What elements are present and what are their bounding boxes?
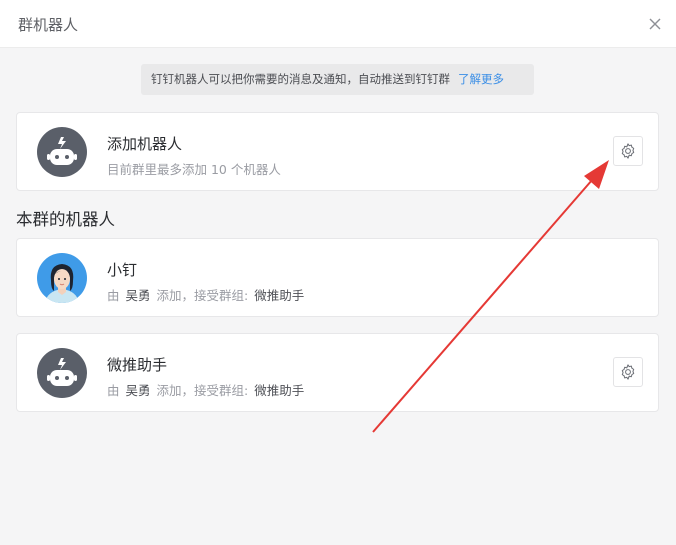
robot-settings-button[interactable] [613,357,643,387]
close-button[interactable] [645,14,665,34]
by-prefix: 由 [107,383,120,398]
by-prefix: 由 [107,288,120,303]
robot-icon [37,348,87,398]
added-text: 添加，接受群组: [156,288,249,303]
robot-meta: 由吴勇 添加，接受群组: 微推助手 [107,380,304,399]
robot-meta: 由吴勇 添加，接受群组: 微推助手 [107,285,304,304]
robot-card-xiaoding[interactable]: 小钉 由吴勇 添加，接受群组: 微推助手 [16,238,659,317]
gear-icon [621,143,635,159]
learn-more-link[interactable]: 了解更多 [458,72,504,86]
add-robot-settings-button[interactable] [613,136,643,166]
added-by: 吴勇 [125,288,151,303]
robot-avatar [37,127,87,177]
person-avatar-icon [37,253,87,303]
robot-icon [37,127,87,177]
receive-group: 微推助手 [254,288,305,303]
add-robot-title: 添加机器人 [107,135,183,153]
close-icon [649,18,661,30]
window-title: 群机器人 [18,16,79,34]
added-by: 吴勇 [125,383,151,398]
person-avatar [37,253,87,303]
add-robot-subtitle: 目前群里最多添加 10 个机器人 [107,162,281,177]
info-notice: 钉钉机器人可以把你需要的消息及通知，自动推送到钉钉群 了解更多 [141,64,534,95]
robot-avatar [37,348,87,398]
add-robot-card[interactable]: 添加机器人 目前群里最多添加 10 个机器人 [16,112,659,191]
robot-name: 微推助手 [107,356,168,374]
robot-card-weitui[interactable]: 微推助手 由吴勇 添加，接受群组: 微推助手 [16,333,659,412]
gear-icon [621,364,635,380]
receive-group: 微推助手 [254,383,305,398]
notice-text: 钉钉机器人可以把你需要的消息及通知，自动推送到钉钉群 [151,72,450,86]
section-title: 本群的机器人 [16,210,115,229]
added-text: 添加，接受群组: [156,383,249,398]
robot-name: 小钉 [107,261,138,279]
title-bar: 群机器人 [0,0,676,48]
